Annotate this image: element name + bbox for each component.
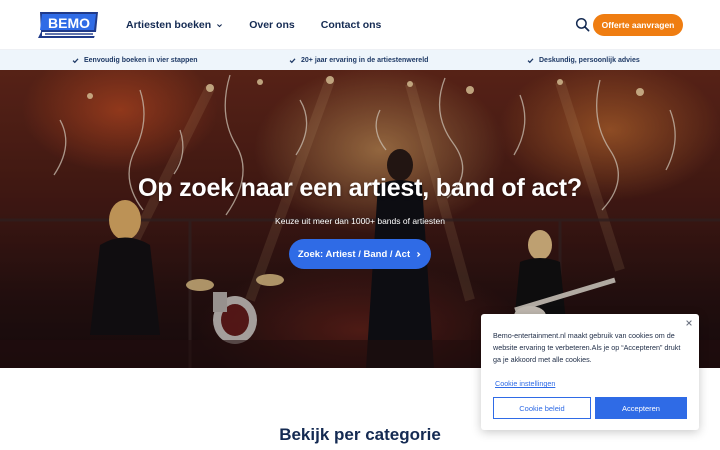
usp-item: 20+ jaar ervaring in de artiestenwereld bbox=[289, 50, 428, 70]
cookie-message: Bemo-entertainment.nl maakt gebruik van … bbox=[493, 331, 681, 365]
cookie-policy-button[interactable]: Cookie beleid bbox=[493, 397, 591, 419]
search-artist-button[interactable]: Zoek: Artiest / Band / Act bbox=[289, 239, 431, 269]
chevron-down-icon bbox=[217, 23, 223, 27]
site-header: BEMO Artiesten boeken Over ons Contact o… bbox=[0, 0, 720, 50]
nav-item-over-ons[interactable]: Over ons bbox=[249, 19, 295, 31]
nav-item-label: Over ons bbox=[249, 19, 295, 31]
cookie-consent-popup: Bemo-entertainment.nl maakt gebruik van … bbox=[481, 314, 699, 430]
offerte-aanvragen-button[interactable]: Offerte aanvragen bbox=[593, 14, 683, 36]
usp-item: Eenvoudig boeken in vier stappen bbox=[72, 50, 198, 70]
main-nav: Artiesten boeken Over ons Contact ons bbox=[126, 0, 381, 50]
cookie-settings-link[interactable]: Cookie instellingen bbox=[495, 379, 555, 388]
accept-cookies-button[interactable]: Accepteren bbox=[595, 397, 687, 419]
check-icon bbox=[72, 57, 79, 63]
nav-item-contact-ons[interactable]: Contact ons bbox=[321, 19, 382, 31]
check-icon bbox=[289, 57, 296, 63]
bemo-logo[interactable]: BEMO bbox=[36, 10, 102, 40]
usp-item: Deskundig, persoonlijk advies bbox=[527, 50, 640, 70]
nav-item-artiesten-boeken[interactable]: Artiesten boeken bbox=[126, 19, 223, 31]
nav-item-label: Contact ons bbox=[320, 19, 382, 31]
usp-label: Eenvoudig boeken in vier stappen bbox=[84, 56, 198, 64]
usp-label: Deskundig, persoonlijk advies bbox=[539, 56, 640, 64]
usp-bar: Eenvoudig boeken in vier stappen 20+ jaa… bbox=[0, 50, 720, 70]
search-artist-button-label: Zoek: Artiest / Band / Act bbox=[297, 248, 411, 260]
search-icon[interactable] bbox=[575, 17, 590, 32]
hero-title: Op zoek naar een artiest, band of act? bbox=[138, 174, 582, 202]
close-icon[interactable] bbox=[685, 319, 693, 327]
check-icon bbox=[527, 57, 534, 63]
usp-label: 20+ jaar ervaring in de artiestenwereld bbox=[301, 56, 429, 64]
svg-text:BEMO: BEMO bbox=[48, 15, 90, 31]
nav-item-label: Artiesten boeken bbox=[126, 19, 212, 31]
chevron-right-icon bbox=[417, 251, 421, 257]
hero-subtitle: Keuze uit meer dan 1000+ bands of arties… bbox=[275, 216, 445, 226]
